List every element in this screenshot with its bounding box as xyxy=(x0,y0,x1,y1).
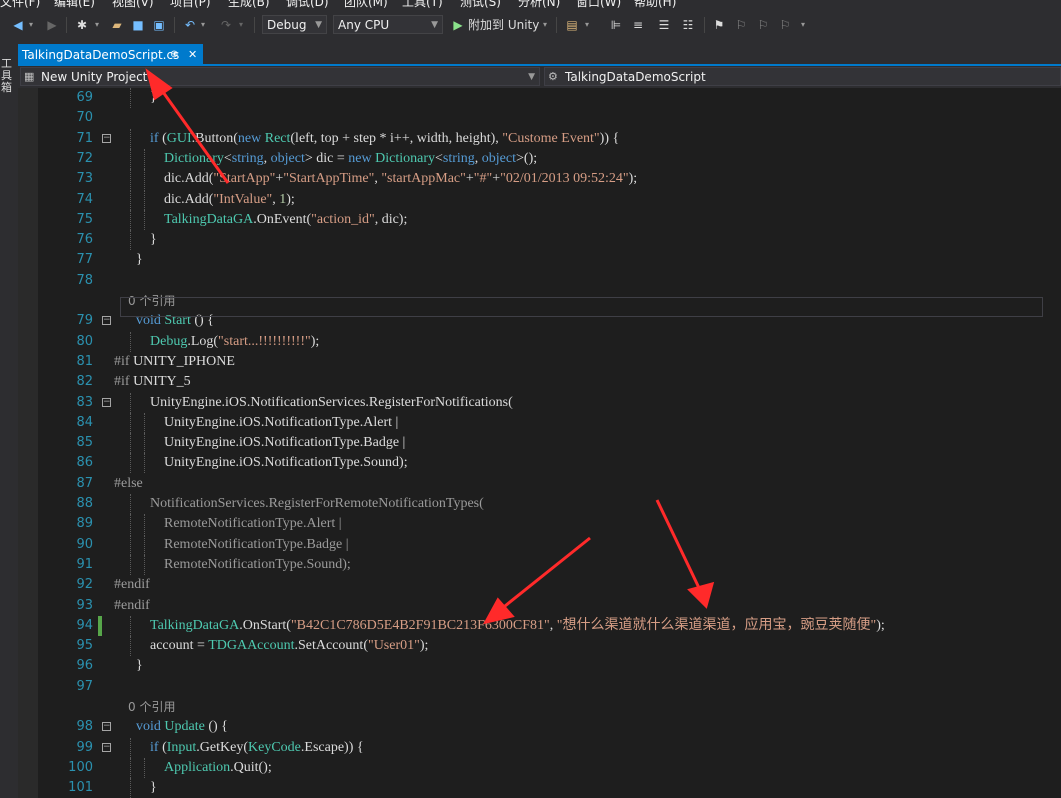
annotation-arrows xyxy=(145,68,715,625)
annotation-arrowhead-project xyxy=(145,68,173,101)
annotation-arrow-channel xyxy=(655,499,702,591)
annotation-arrowhead-channel xyxy=(687,581,715,609)
annotation-arrow-project xyxy=(156,84,230,184)
annotation-arrow-appid xyxy=(499,536,591,612)
